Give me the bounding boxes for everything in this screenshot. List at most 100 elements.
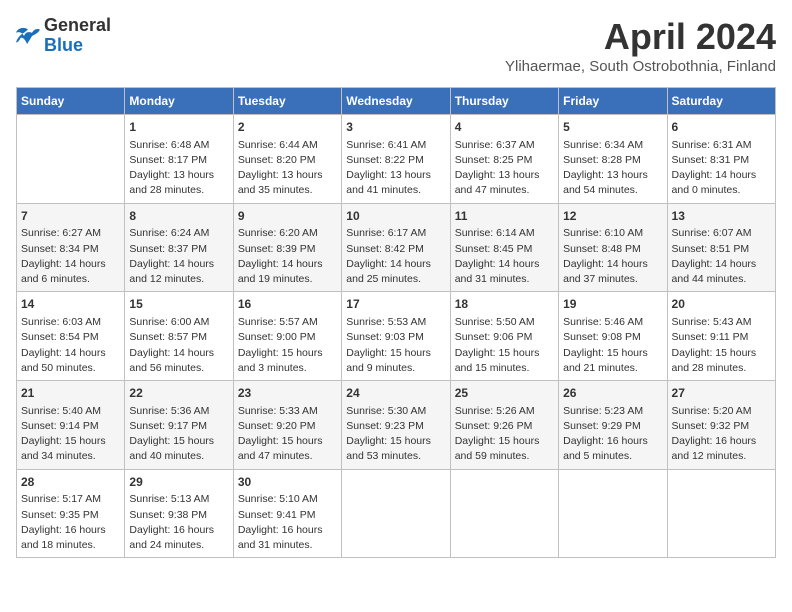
day-info: Sunrise: 6:41 AM Sunset: 8:22 PM Dayligh… — [346, 138, 445, 199]
calendar-cell: 17 Sunrise: 5:53 AM Sunset: 9:03 PM Dayli… — [342, 292, 450, 381]
day-info: Sunrise: 5:36 AM Sunset: 9:17 PM Dayligh… — [129, 404, 228, 465]
location-subtitle: Ylihaermae, South Ostrobothnia, Finland — [505, 58, 776, 75]
calendar-cell: 28Sunrise: 5:17 AM Sunset: 9:35 PM Dayli… — [17, 469, 125, 558]
day-info: Sunrise: 5:30 AM Sunset: 9:23 PM Dayligh… — [346, 404, 445, 465]
weekday-header: Thursday — [450, 88, 558, 115]
calendar-cell: 6 Sunrise: 6:31 AM Sunset: 8:31 PM Daylig… — [667, 115, 775, 204]
day-number: 1 — [129, 119, 228, 136]
calendar-cell — [342, 469, 450, 558]
day-info: Sunrise: 6:07 AM Sunset: 8:51 PM Dayligh… — [672, 226, 771, 287]
calendar-cell: 11Sunrise: 6:14 AM Sunset: 8:45 PM Dayli… — [450, 203, 558, 292]
calendar-week-row: 1 Sunrise: 6:48 AM Sunset: 8:17 PM Daylig… — [17, 115, 776, 204]
day-info: Sunrise: 5:26 AM Sunset: 9:26 PM Dayligh… — [455, 404, 554, 465]
day-info: Sunrise: 5:13 AM Sunset: 9:38 PM Dayligh… — [129, 492, 228, 553]
calendar-cell — [17, 115, 125, 204]
calendar-cell: 8Sunrise: 6:24 AM Sunset: 8:37 PM Daylig… — [125, 203, 233, 292]
calendar-cell: 3 Sunrise: 6:41 AM Sunset: 8:22 PM Daylig… — [342, 115, 450, 204]
logo-icon — [16, 26, 40, 46]
day-number: 6 — [672, 119, 771, 136]
calendar-cell: 24 Sunrise: 5:30 AM Sunset: 9:23 PM Dayli… — [342, 381, 450, 470]
day-info: Sunrise: 6:10 AM Sunset: 8:48 PM Dayligh… — [563, 226, 662, 287]
day-info: Sunrise: 5:10 AM Sunset: 9:41 PM Dayligh… — [238, 492, 337, 553]
logo-general-text: General — [44, 15, 111, 35]
calendar-cell: 5Sunrise: 6:34 AM Sunset: 8:28 PM Daylig… — [559, 115, 667, 204]
day-info: Sunrise: 5:23 AM Sunset: 9:29 PM Dayligh… — [563, 404, 662, 465]
day-number: 18 — [455, 296, 554, 313]
day-info: Sunrise: 6:14 AM Sunset: 8:45 PM Dayligh… — [455, 226, 554, 287]
calendar-table: SundayMondayTuesdayWednesdayThursdayFrid… — [16, 87, 776, 558]
logo-blue-text: Blue — [44, 35, 83, 55]
day-info: Sunrise: 5:40 AM Sunset: 9:14 PM Dayligh… — [21, 404, 120, 465]
day-number: 12 — [563, 208, 662, 225]
calendar-week-row: 14 Sunrise: 6:03 AM Sunset: 8:54 PM Dayli… — [17, 292, 776, 381]
calendar-cell: 20Sunrise: 5:43 AM Sunset: 9:11 PM Dayli… — [667, 292, 775, 381]
day-number: 28 — [21, 474, 120, 491]
weekday-header: Saturday — [667, 88, 775, 115]
calendar-cell: 12Sunrise: 6:10 AM Sunset: 8:48 PM Dayli… — [559, 203, 667, 292]
day-number: 17 — [346, 296, 445, 313]
day-info: Sunrise: 6:48 AM Sunset: 8:17 PM Dayligh… — [129, 138, 228, 199]
weekday-header: Friday — [559, 88, 667, 115]
weekday-header: Monday — [125, 88, 233, 115]
day-info: Sunrise: 6:27 AM Sunset: 8:34 PM Dayligh… — [21, 226, 120, 287]
calendar-cell — [667, 469, 775, 558]
day-info: Sunrise: 6:24 AM Sunset: 8:37 PM Dayligh… — [129, 226, 228, 287]
calendar-cell: 26 Sunrise: 5:23 AM Sunset: 9:29 PM Dayli… — [559, 381, 667, 470]
calendar-cell: 15 Sunrise: 6:00 AM Sunset: 8:57 PM Dayli… — [125, 292, 233, 381]
day-info: Sunrise: 5:46 AM Sunset: 9:08 PM Dayligh… — [563, 315, 662, 376]
calendar-cell: 23Sunrise: 5:33 AM Sunset: 9:20 PM Dayli… — [233, 381, 341, 470]
weekday-header: Sunday — [17, 88, 125, 115]
calendar-week-row: 7Sunrise: 6:27 AM Sunset: 8:34 PM Daylig… — [17, 203, 776, 292]
day-info: Sunrise: 6:17 AM Sunset: 8:42 PM Dayligh… — [346, 226, 445, 287]
calendar-week-row: 21 Sunrise: 5:40 AM Sunset: 9:14 PM Dayli… — [17, 381, 776, 470]
calendar-cell: 16Sunrise: 5:57 AM Sunset: 9:00 PM Dayli… — [233, 292, 341, 381]
day-number: 3 — [346, 119, 445, 136]
calendar-cell: 21 Sunrise: 5:40 AM Sunset: 9:14 PM Dayli… — [17, 381, 125, 470]
weekday-header: Wednesday — [342, 88, 450, 115]
day-info: Sunrise: 6:34 AM Sunset: 8:28 PM Dayligh… — [563, 138, 662, 199]
day-number: 8 — [129, 208, 228, 225]
day-info: Sunrise: 6:20 AM Sunset: 8:39 PM Dayligh… — [238, 226, 337, 287]
calendar-cell: 27Sunrise: 5:20 AM Sunset: 9:32 PM Dayli… — [667, 381, 775, 470]
calendar-cell: 14 Sunrise: 6:03 AM Sunset: 8:54 PM Dayli… — [17, 292, 125, 381]
day-number: 24 — [346, 385, 445, 402]
month-title: April 2024 — [505, 16, 776, 58]
calendar-week-row: 28Sunrise: 5:17 AM Sunset: 9:35 PM Dayli… — [17, 469, 776, 558]
day-info: Sunrise: 6:03 AM Sunset: 8:54 PM Dayligh… — [21, 315, 120, 376]
page-header: General Blue April 2024 Ylihaermae, Sout… — [16, 16, 776, 75]
day-number: 11 — [455, 208, 554, 225]
day-number: 10 — [346, 208, 445, 225]
day-number: 27 — [672, 385, 771, 402]
logo: General Blue — [16, 16, 111, 56]
day-info: Sunrise: 6:31 AM Sunset: 8:31 PM Dayligh… — [672, 138, 771, 199]
day-number: 9 — [238, 208, 337, 225]
calendar-cell: 4Sunrise: 6:37 AM Sunset: 8:25 PM Daylig… — [450, 115, 558, 204]
day-number: 14 — [21, 296, 120, 313]
day-info: Sunrise: 5:53 AM Sunset: 9:03 PM Dayligh… — [346, 315, 445, 376]
calendar-cell — [450, 469, 558, 558]
calendar-cell: 9Sunrise: 6:20 AM Sunset: 8:39 PM Daylig… — [233, 203, 341, 292]
day-number: 13 — [672, 208, 771, 225]
day-number: 25 — [455, 385, 554, 402]
day-number: 30 — [238, 474, 337, 491]
title-block: April 2024 Ylihaermae, South Ostrobothni… — [505, 16, 776, 75]
logo-text: General Blue — [44, 16, 111, 56]
day-number: 22 — [129, 385, 228, 402]
calendar-cell: 22 Sunrise: 5:36 AM Sunset: 9:17 PM Dayli… — [125, 381, 233, 470]
calendar-cell: 19 Sunrise: 5:46 AM Sunset: 9:08 PM Dayli… — [559, 292, 667, 381]
calendar-cell: 7Sunrise: 6:27 AM Sunset: 8:34 PM Daylig… — [17, 203, 125, 292]
calendar-cell: 2Sunrise: 6:44 AM Sunset: 8:20 PM Daylig… — [233, 115, 341, 204]
day-info: Sunrise: 5:50 AM Sunset: 9:06 PM Dayligh… — [455, 315, 554, 376]
day-info: Sunrise: 5:43 AM Sunset: 9:11 PM Dayligh… — [672, 315, 771, 376]
calendar-cell: 29Sunrise: 5:13 AM Sunset: 9:38 PM Dayli… — [125, 469, 233, 558]
calendar-cell: 13Sunrise: 6:07 AM Sunset: 8:51 PM Dayli… — [667, 203, 775, 292]
calendar-cell: 1 Sunrise: 6:48 AM Sunset: 8:17 PM Daylig… — [125, 115, 233, 204]
day-number: 15 — [129, 296, 228, 313]
weekday-header: Tuesday — [233, 88, 341, 115]
day-info: Sunrise: 6:37 AM Sunset: 8:25 PM Dayligh… — [455, 138, 554, 199]
day-number: 21 — [21, 385, 120, 402]
day-number: 19 — [563, 296, 662, 313]
calendar-cell: 10Sunrise: 6:17 AM Sunset: 8:42 PM Dayli… — [342, 203, 450, 292]
day-info: Sunrise: 6:00 AM Sunset: 8:57 PM Dayligh… — [129, 315, 228, 376]
day-number: 26 — [563, 385, 662, 402]
